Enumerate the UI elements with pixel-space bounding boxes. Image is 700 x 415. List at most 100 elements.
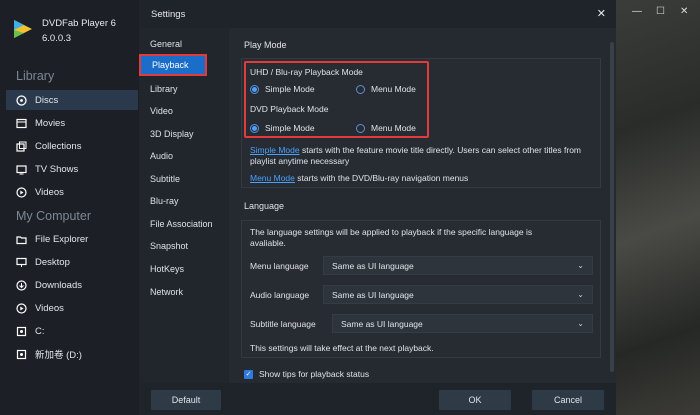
sidebar-item-label: Videos <box>35 186 64 198</box>
window-close-icon[interactable]: ✕ <box>680 6 688 17</box>
maximize-icon[interactable]: ☐ <box>656 6 665 17</box>
app-version: 6.0.0.3 <box>42 33 72 44</box>
chevron-down-icon: ⌄ <box>577 319 584 328</box>
video-icon <box>16 186 27 198</box>
sidebar-item-collections[interactable]: Collections <box>6 136 138 156</box>
select-value: Same as UI language <box>332 289 414 300</box>
dvdfab-logo-icon <box>14 20 32 38</box>
cancel-button[interactable]: Cancel <box>532 390 604 410</box>
sidebar-item-label: Collections <box>35 140 82 152</box>
menu-mode-desc-text: starts with the DVD/Blu-ray navigation m… <box>294 173 469 183</box>
ok-button[interactable]: OK <box>439 390 511 410</box>
app-sidebar: DVDFab Player 6 6.0.0.3 Library Discs Mo… <box>0 0 138 415</box>
dvd-menu-mode-radio[interactable]: Menu Mode <box>356 123 416 133</box>
uhd-simple-mode-radio[interactable]: Simple Mode <box>250 84 315 94</box>
background-artwork <box>616 0 700 415</box>
sidebar-item-label: Downloads <box>35 279 82 291</box>
film-icon <box>16 118 27 129</box>
check-icon: ✓ <box>244 369 253 379</box>
sidebar-item-label: 新加卷 (D:) <box>35 350 82 361</box>
radio-label: Simple Mode <box>265 84 315 94</box>
subtitle-language-select[interactable]: Same as UI language ⌄ <box>332 314 593 333</box>
settings-nav-network[interactable]: Network <box>139 282 229 302</box>
simple-mode-description: Simple Mode starts with the feature movi… <box>250 145 595 167</box>
audio-language-select[interactable]: Same as UI language ⌄ <box>323 285 593 304</box>
dialog-header: Settings ✕ <box>139 0 616 28</box>
sidebar-item-file-explorer[interactable]: File Explorer <box>6 229 138 249</box>
folder-icon <box>16 234 27 245</box>
sidebar-item-label: C: <box>35 325 45 337</box>
sidebar-item-computer-videos[interactable]: Videos <box>6 298 138 318</box>
drive-icon <box>16 326 27 337</box>
menu-mode-description: Menu Mode starts with the DVD/Blu-ray na… <box>250 173 468 184</box>
settings-nav-video[interactable]: Video <box>139 101 229 121</box>
play-mode-title: Play Mode <box>244 40 287 50</box>
disc-icon <box>16 94 27 106</box>
my-computer-title: My Computer <box>16 209 92 223</box>
desktop-icon <box>16 257 27 268</box>
sidebar-item-desktop[interactable]: Desktop <box>6 252 138 272</box>
sidebar-item-label: Movies <box>35 117 66 129</box>
settings-scrollbar[interactable] <box>610 42 614 372</box>
sidebar-item-label: Desktop <box>35 256 70 268</box>
uhd-mode-label: UHD / Blu-ray Playback Mode <box>250 67 363 77</box>
dialog-title: Settings <box>151 9 186 20</box>
app-header: DVDFab Player 6 6.0.0.3 <box>12 16 116 46</box>
sidebar-item-label: Discs <box>35 94 59 106</box>
chevron-down-icon: ⌄ <box>577 261 584 270</box>
radio-label: Menu Mode <box>371 123 416 133</box>
simple-mode-desc-text: starts with the feature movie title dire… <box>250 145 581 166</box>
menu-language-select[interactable]: Same as UI language ⌄ <box>323 256 593 275</box>
settings-nav-audio[interactable]: Audio <box>139 146 229 166</box>
language-title: Language <box>244 201 285 211</box>
dvd-simple-mode-radio[interactable]: Simple Mode <box>250 123 315 133</box>
close-icon[interactable]: ✕ <box>597 7 606 20</box>
settings-nav-general[interactable]: General <box>139 34 229 54</box>
settings-nav-hotkeys[interactable]: HotKeys <box>139 259 229 279</box>
settings-nav-library[interactable]: Library <box>139 79 229 99</box>
sidebar-item-tv-shows[interactable]: TV Shows <box>6 159 138 179</box>
minimize-icon[interactable]: — <box>632 6 642 17</box>
chevron-down-icon: ⌄ <box>577 290 584 299</box>
sidebar-item-label: Videos <box>35 302 64 314</box>
radio-unchecked-icon <box>356 123 365 133</box>
simple-mode-link[interactable]: Simple Mode <box>250 145 300 155</box>
radio-label: Simple Mode <box>265 123 315 133</box>
language-description: The language settings will be applied to… <box>250 227 533 248</box>
radio-label: Menu Mode <box>371 84 416 94</box>
uhd-menu-mode-radio[interactable]: Menu Mode <box>356 84 416 94</box>
sidebar-item-drive-c[interactable]: C: <box>6 321 138 341</box>
select-value: Same as UI language <box>332 260 414 271</box>
sidebar-item-label: TV Shows <box>35 163 79 175</box>
show-tips-checkbox[interactable]: ✓ Show tips for playback status <box>244 369 369 379</box>
sidebar-item-downloads[interactable]: Downloads <box>6 275 138 295</box>
settings-nav-subtitle[interactable]: Subtitle <box>139 169 229 189</box>
settings-nav: General Playback Library Video 3D Displa… <box>139 28 229 383</box>
tv-icon <box>16 164 27 175</box>
drive-icon <box>16 349 27 360</box>
radio-checked-icon <box>250 84 259 94</box>
sidebar-item-videos[interactable]: Videos <box>6 182 138 202</box>
video-icon <box>16 302 27 314</box>
menu-language-label: Menu language <box>250 261 309 271</box>
menu-mode-link[interactable]: Menu Mode <box>250 173 295 183</box>
settings-nav-playback[interactable]: Playback <box>139 54 207 76</box>
download-icon <box>16 279 27 291</box>
default-button[interactable]: Default <box>151 390 221 410</box>
checkbox-label: Show tips for playback status <box>259 369 370 379</box>
sidebar-item-movies[interactable]: Movies <box>6 113 138 133</box>
sidebar-item-drive-d[interactable]: 新加卷 (D:) <box>6 344 138 364</box>
sidebar-item-label: File Explorer <box>35 233 89 245</box>
subtitle-language-label: Subtitle language <box>250 319 316 329</box>
radio-unchecked-icon <box>356 84 365 94</box>
app-name: DVDFab Player 6 <box>42 18 116 29</box>
audio-language-label: Audio language <box>250 290 310 300</box>
radio-checked-icon <box>250 123 259 133</box>
settings-dialog: Settings ✕ General Playback Library Vide… <box>139 0 616 415</box>
settings-nav-3d-display[interactable]: 3D Display <box>139 124 229 144</box>
settings-nav-snapshot[interactable]: Snapshot <box>139 236 229 256</box>
settings-nav-file-association[interactable]: File Association <box>139 214 229 234</box>
sidebar-item-discs[interactable]: Discs <box>6 90 138 110</box>
settings-nav-blu-ray[interactable]: Blu-ray <box>139 191 229 211</box>
dvd-mode-label: DVD Playback Mode <box>250 104 329 114</box>
